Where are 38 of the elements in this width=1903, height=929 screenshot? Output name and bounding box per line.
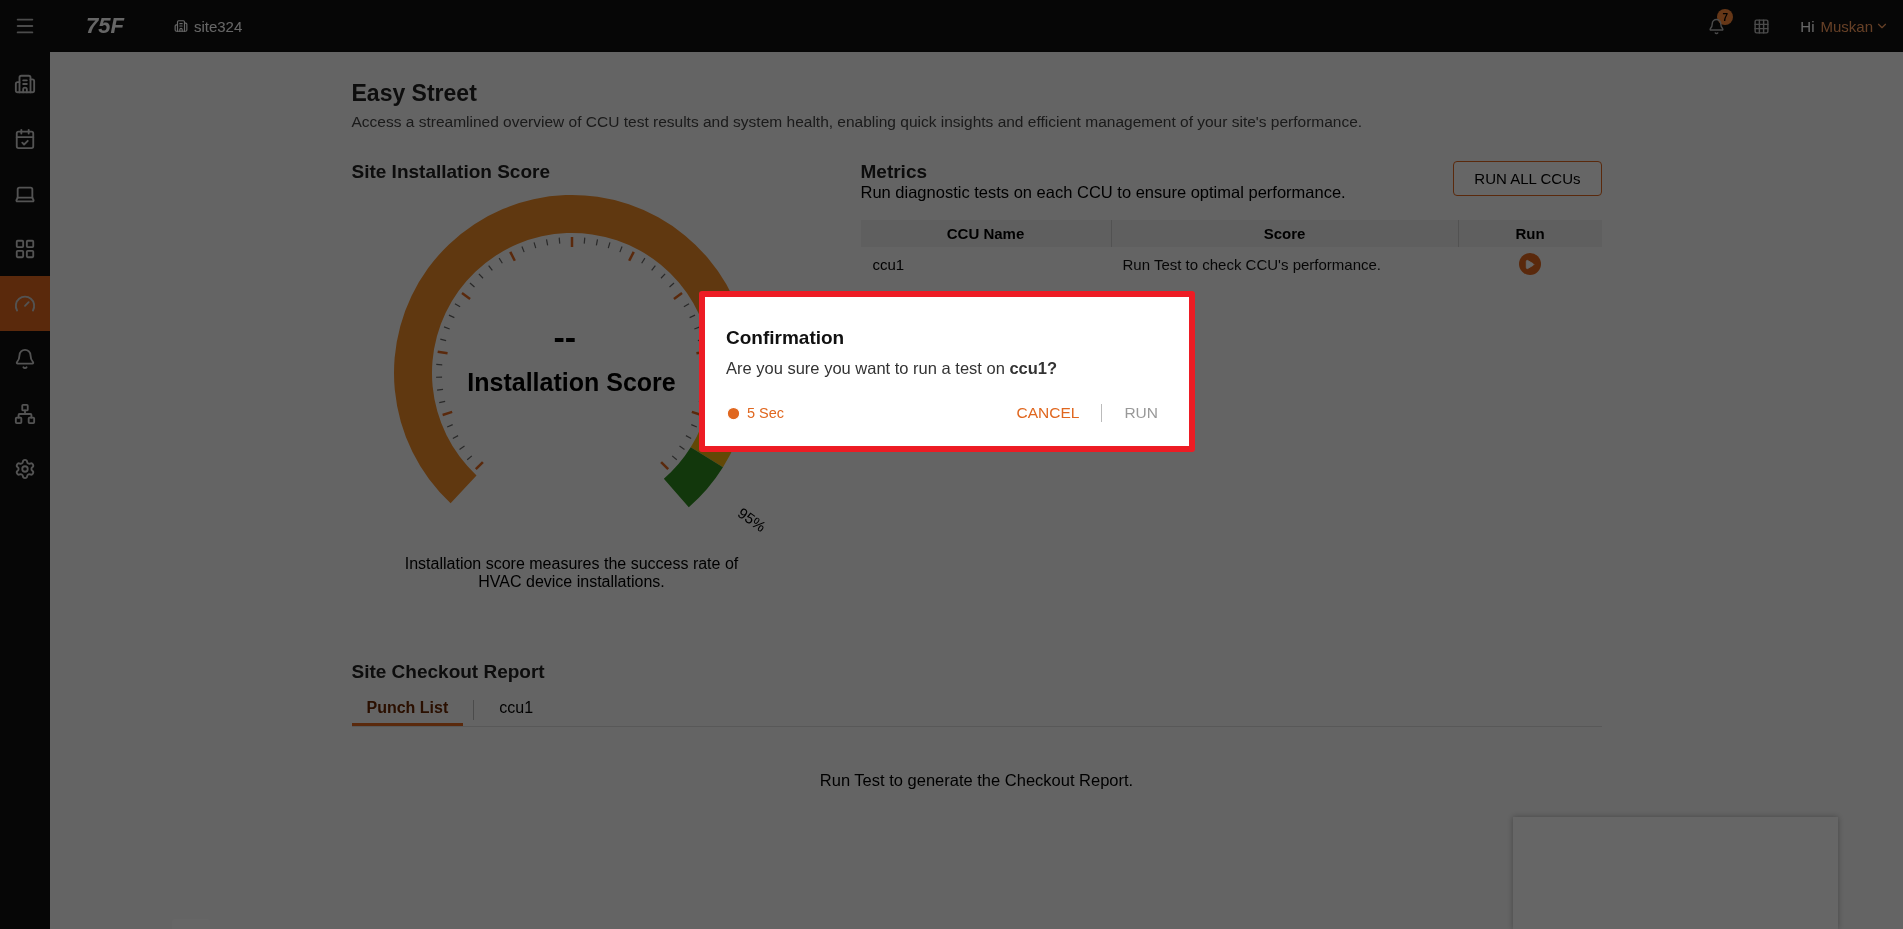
settings-icon bbox=[14, 457, 36, 480]
play-icon[interactable] bbox=[1518, 253, 1541, 275]
dialog-message: Are you sure you want to run a test on ccu1? bbox=[726, 359, 1059, 378]
dialog-title: Confirmation bbox=[726, 327, 846, 349]
bell-icon bbox=[14, 347, 36, 370]
calendar-icon bbox=[14, 127, 36, 150]
building-icon bbox=[14, 72, 36, 95]
column-header: Score bbox=[1110, 220, 1458, 247]
greeting: Hi bbox=[1800, 17, 1815, 35]
score-value: -- bbox=[553, 318, 577, 357]
logo: 75F bbox=[86, 13, 124, 39]
section-title: Site Installation Score bbox=[351, 161, 551, 183]
column-header: CCU Name bbox=[945, 224, 1026, 244]
page-description: Access a streamlined overview of CCU test results and system health, enabling quick insights and efficient management of your site's performance. bbox=[351, 113, 1364, 131]
run-all-button[interactable]: RUN ALL CCUs bbox=[1453, 161, 1602, 196]
section-title: Site Checkout Report bbox=[351, 661, 546, 683]
empty-message: Run Test to generate the Checkout Report. bbox=[818, 771, 1135, 790]
section-description: Run diagnostic tests on each CCU to ensure optimal performance. bbox=[860, 183, 1346, 202]
building-icon bbox=[173, 19, 188, 33]
column-header: Run bbox=[1457, 220, 1602, 247]
dialog-button[interactable]: CANCEL bbox=[1012, 404, 1084, 422]
score-label: Installation Score bbox=[466, 368, 677, 397]
site-name: site324 bbox=[193, 17, 243, 35]
section-title: Metrics bbox=[860, 161, 929, 183]
table-cell-text: ccu1 bbox=[871, 255, 906, 273]
timer-text: 5 Sec bbox=[747, 405, 785, 421]
table-cell-text: Run Test to check CCU's performance. bbox=[1121, 255, 1383, 273]
grid-icon bbox=[14, 237, 36, 260]
threshold-label: 95% bbox=[734, 503, 769, 536]
page-title: Easy Street bbox=[351, 80, 478, 107]
apps-grid-icon[interactable] bbox=[1753, 17, 1771, 35]
gauge-caption: Installation score measures the success rate of HVAC device installations. bbox=[403, 555, 740, 591]
tab[interactable]: ccu1 bbox=[484, 693, 549, 726]
sidebar-item[interactable] bbox=[0, 276, 50, 331]
hierarchy-icon bbox=[14, 402, 36, 425]
user-menu[interactable]: Muskan bbox=[1820, 17, 1889, 35]
tab[interactable]: Punch List bbox=[351, 693, 464, 726]
notification-count: 7 bbox=[1717, 9, 1734, 25]
